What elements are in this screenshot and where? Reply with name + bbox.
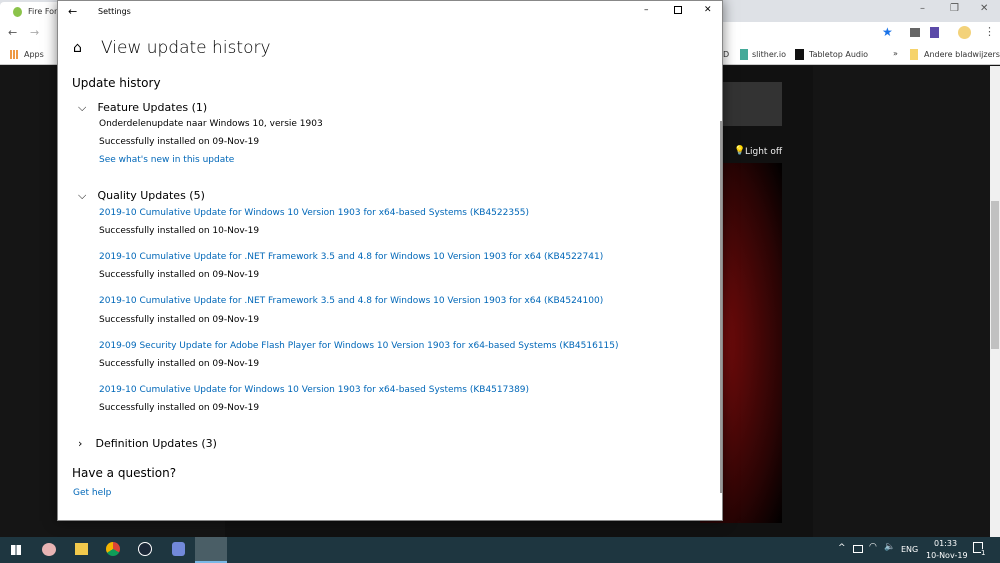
- tabletop-icon: [795, 49, 804, 60]
- window-title: Settings: [98, 7, 131, 16]
- forward-icon[interactable]: →: [30, 26, 39, 39]
- close-button[interactable]: ✕: [704, 5, 712, 15]
- update-status: Successfully installed on 09-Nov-19: [99, 359, 260, 369]
- update-status: Successfully installed on 09-Nov-19: [99, 270, 260, 280]
- wifi-icon[interactable]: ◠: [869, 542, 877, 552]
- page-title: View update history: [101, 38, 271, 58]
- feature-updates-header: Feature Updates (1): [97, 101, 208, 114]
- update-link[interactable]: 2019-09 Security Update for Adobe Flash …: [99, 341, 619, 351]
- definition-updates-toggle[interactable]: › Definition Updates (3): [78, 432, 217, 451]
- update-link[interactable]: 2019-10 Cumulative Update for .NET Frame…: [99, 296, 603, 306]
- clock-time[interactable]: 01:33: [934, 539, 957, 548]
- feature-updates-toggle[interactable]: ⌵ Feature Updates (1): [78, 96, 207, 115]
- language-indicator[interactable]: ENG: [901, 545, 918, 554]
- chevron-down-icon: ⌵: [78, 189, 87, 202]
- avatar[interactable]: [958, 26, 971, 39]
- restore-icon[interactable]: ❐: [950, 3, 959, 14]
- extension-icon[interactable]: [910, 28, 920, 37]
- folder-icon: [910, 49, 918, 60]
- settings-task-button[interactable]: [195, 537, 227, 563]
- bulb-icon[interactable]: 💡: [734, 146, 745, 156]
- chevron-right-icon: ›: [78, 437, 83, 450]
- clock-date[interactable]: 10-Nov-19: [926, 551, 968, 560]
- back-icon[interactable]: ←: [8, 26, 17, 39]
- settings-scrollbar[interactable]: [720, 121, 722, 493]
- page-scrollbar[interactable]: [990, 66, 1000, 537]
- steam-icon[interactable]: [138, 542, 152, 556]
- update-status: Successfully installed on 09-Nov-19: [99, 403, 260, 413]
- browser-tab[interactable]: Fire Forc: [0, 2, 62, 22]
- battery-icon[interactable]: [853, 545, 863, 553]
- maximize-button[interactable]: [674, 6, 682, 14]
- bookmark-tabletop[interactable]: Tabletop Audio: [809, 50, 868, 59]
- question-heading: Have a question?: [72, 466, 177, 480]
- update-status: Successfully installed on 09-Nov-19: [99, 315, 260, 325]
- bookmark-partial[interactable]: D: [723, 50, 729, 59]
- bookmark-star-icon[interactable]: ★: [882, 25, 893, 39]
- settings-window: ← Settings – ✕ ⌂ View update history Upd…: [57, 0, 723, 521]
- definition-updates-header: Definition Updates (3): [95, 437, 217, 450]
- update-link[interactable]: 2019-10 Cumulative Update for Windows 10…: [99, 208, 529, 218]
- minimize-button[interactable]: –: [644, 5, 649, 15]
- home-icon[interactable]: ⌂: [73, 40, 82, 56]
- whats-new-link[interactable]: See what's new in this update: [99, 155, 234, 165]
- section-title: Update history: [72, 76, 161, 90]
- minimize-icon[interactable]: –: [920, 3, 925, 14]
- file-explorer-icon[interactable]: [75, 543, 88, 555]
- extension-icon[interactable]: [930, 27, 939, 38]
- taskbar: ^ ◠ 🔈 ENG 01:33 10-Nov-19 1: [0, 537, 1000, 563]
- app-icon[interactable]: [42, 543, 56, 556]
- bookmark-other[interactable]: Andere bladwijzers: [924, 50, 1000, 59]
- quality-updates-header: Quality Updates (5): [97, 189, 205, 202]
- apps-icon: [10, 50, 19, 59]
- update-name: Onderdelenupdate naar Windows 10, versie…: [99, 119, 323, 129]
- update-link[interactable]: 2019-10 Cumulative Update for .NET Frame…: [99, 252, 603, 262]
- start-icon[interactable]: [11, 545, 21, 555]
- more-bookmarks-icon[interactable]: »: [893, 49, 898, 58]
- update-link[interactable]: 2019-10 Cumulative Update for Windows 10…: [99, 385, 529, 395]
- slither-icon: [740, 49, 748, 60]
- quality-updates-toggle[interactable]: ⌵ Quality Updates (5): [78, 184, 205, 203]
- close-icon[interactable]: ✕: [980, 3, 988, 14]
- menu-icon[interactable]: ⋮: [984, 25, 995, 38]
- bookmark-slither[interactable]: slither.io: [752, 50, 786, 59]
- update-status: Successfully installed on 10-Nov-19: [99, 226, 260, 236]
- light-off-button[interactable]: Light off: [745, 147, 782, 157]
- notification-count: 1: [981, 549, 986, 557]
- discord-icon[interactable]: [172, 542, 185, 556]
- bookmark-apps[interactable]: Apps: [24, 50, 44, 59]
- chrome-icon[interactable]: [106, 542, 120, 556]
- back-button[interactable]: ←: [68, 5, 77, 18]
- volume-icon[interactable]: 🔈: [884, 542, 895, 552]
- chevron-up-icon[interactable]: ^: [838, 543, 846, 553]
- scrollbar-thumb[interactable]: [991, 201, 999, 349]
- get-help-link[interactable]: Get help: [73, 488, 111, 498]
- tab-favicon-icon: [13, 7, 22, 17]
- update-status: Successfully installed on 09-Nov-19: [99, 137, 260, 147]
- chevron-down-icon: ⌵: [78, 101, 87, 114]
